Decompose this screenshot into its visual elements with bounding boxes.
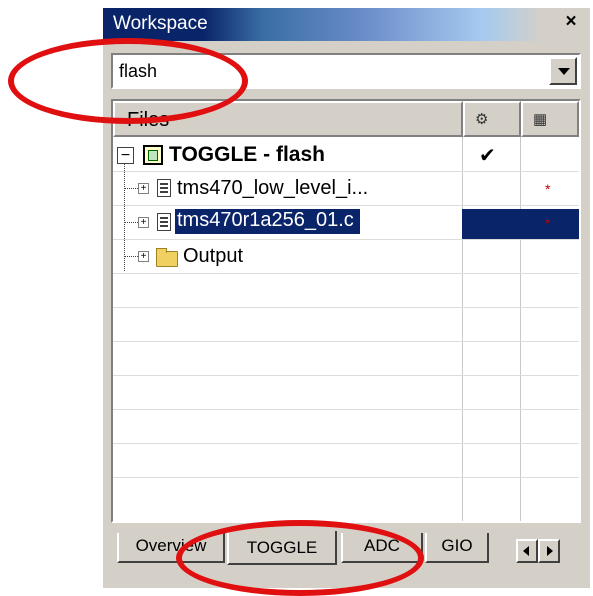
checkmark-icon: ✔ bbox=[479, 145, 496, 167]
collapse-icon[interactable]: − bbox=[117, 147, 134, 164]
c-file-icon bbox=[157, 213, 171, 231]
file-tree[interactable]: Files ⚙ ▦ − TOGGLE - flash ✔ + tms470_lo… bbox=[111, 99, 581, 523]
column-header-options[interactable]: ⚙ bbox=[463, 101, 521, 137]
tree-item-file[interactable]: + tms470_low_level_i... * bbox=[113, 172, 579, 206]
tree-item-label: tms470r1a256_01.c bbox=[175, 209, 360, 234]
options-icon: ⚙ bbox=[475, 111, 489, 128]
arrow-left-icon bbox=[523, 546, 529, 556]
workspace-title: Workspace bbox=[113, 13, 208, 34]
chevron-down-icon bbox=[558, 68, 570, 75]
tree-item-file-selected[interactable]: + tms470r1a256_01.c * bbox=[113, 206, 579, 240]
c-file-icon bbox=[157, 179, 171, 197]
selection-highlight bbox=[462, 209, 579, 239]
dropdown-button[interactable] bbox=[549, 57, 577, 85]
annotation-ellipse bbox=[8, 38, 248, 124]
tree-item-label: TOGGLE - flash bbox=[169, 143, 325, 166]
modified-indicator: * bbox=[545, 181, 551, 197]
modified-indicator: * bbox=[545, 215, 551, 231]
project-icon bbox=[143, 145, 163, 165]
expand-icon[interactable]: + bbox=[138, 183, 149, 194]
tab-gio[interactable]: GIO bbox=[425, 533, 489, 563]
tree-item-project[interactable]: − TOGGLE - flash ✔ bbox=[113, 138, 579, 172]
scroll-right-button[interactable] bbox=[538, 539, 560, 563]
close-icon[interactable]: × bbox=[560, 11, 582, 33]
column-header-make[interactable]: ▦ bbox=[521, 101, 579, 137]
workspace-titlebar[interactable]: Workspace × bbox=[103, 8, 590, 41]
row-divider bbox=[113, 477, 579, 478]
arrow-right-icon bbox=[547, 546, 553, 556]
row-divider bbox=[113, 375, 579, 376]
tree-item-folder[interactable]: + Output bbox=[113, 240, 579, 274]
folder-icon bbox=[156, 248, 178, 267]
row-divider bbox=[113, 341, 579, 342]
expand-icon[interactable]: + bbox=[138, 251, 149, 262]
row-divider bbox=[113, 307, 579, 308]
row-divider bbox=[113, 443, 579, 444]
scroll-left-button[interactable] bbox=[516, 539, 538, 563]
row-divider bbox=[113, 409, 579, 410]
tree-item-label: Output bbox=[183, 245, 244, 267]
make-icon: ▦ bbox=[533, 111, 548, 128]
expand-icon[interactable]: + bbox=[138, 217, 149, 228]
tab-label: GIO bbox=[441, 536, 473, 555]
tree-item-label: tms470_low_level_i... bbox=[177, 177, 369, 199]
annotation-ellipse bbox=[176, 520, 424, 596]
